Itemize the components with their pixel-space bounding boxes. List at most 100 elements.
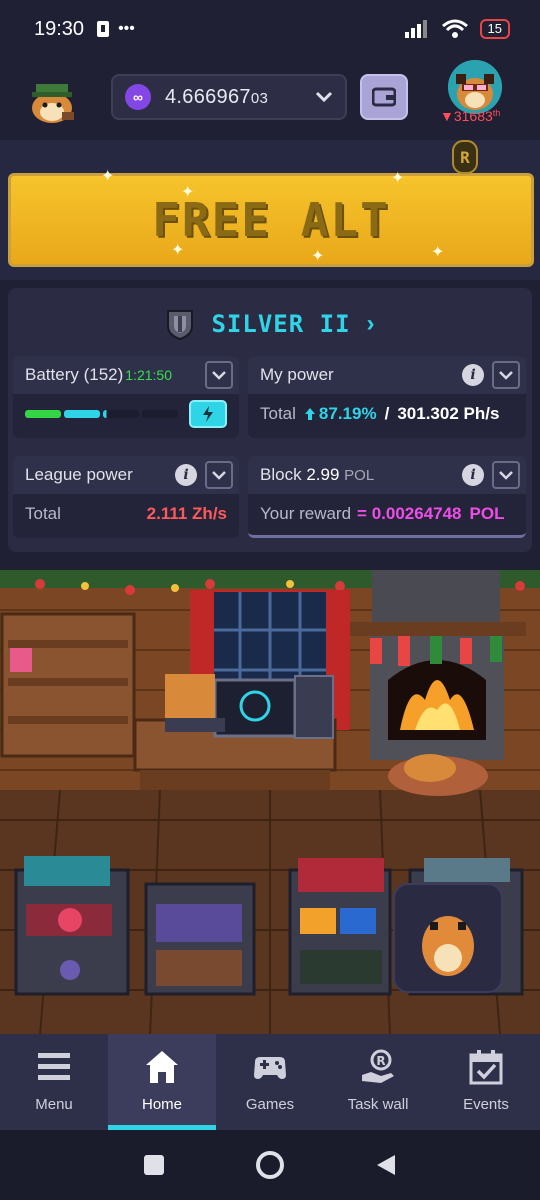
arrow-up-icon xyxy=(304,408,315,420)
rank-down-icon: ▼ xyxy=(440,108,454,124)
home-icon xyxy=(146,1051,178,1083)
banner-area: FREE ALT ✦ ✦ ✦ ✦ ✦ ✦ R xyxy=(0,140,540,280)
chevron-down-icon xyxy=(499,370,513,380)
block-expand-button[interactable] xyxy=(492,461,520,489)
sparkle-icon: ✦ xyxy=(171,242,185,259)
league-power-title: League power xyxy=(25,465,133,484)
chevron-down-icon xyxy=(315,91,333,103)
wallet-button[interactable] xyxy=(360,74,408,120)
chevron-down-icon xyxy=(499,470,513,480)
balance-tail: 03 xyxy=(250,89,269,107)
power-value: 301.302 Ph/s xyxy=(397,404,500,423)
nav-home[interactable]: Home xyxy=(108,1034,216,1130)
battery-segment xyxy=(25,410,61,418)
top-bar: ∞ 4.66696703 ▼31683th xyxy=(0,60,540,138)
sparkle-icon: ✦ xyxy=(101,168,115,185)
status-time: 19:30 xyxy=(34,17,85,40)
sparkle-icon: ✦ xyxy=(181,184,195,201)
block-title: Block 2.99 POL xyxy=(260,465,374,485)
sim-card-icon xyxy=(97,21,110,37)
calendar-icon xyxy=(469,1050,503,1085)
battery-segment xyxy=(64,410,100,418)
bottom-nav: Menu Home Games R Task wall Events xyxy=(0,1034,540,1130)
league-power-card: League power i Total 2.111 Zh/s xyxy=(13,456,239,538)
signal-icon xyxy=(404,20,427,38)
block-value: 2.99 xyxy=(306,465,340,484)
league-name: SILVER II xyxy=(211,310,351,338)
nav-task-wall[interactable]: R Task wall xyxy=(324,1034,432,1130)
info-icon[interactable]: i xyxy=(462,464,484,486)
rank-value: 31683 xyxy=(453,108,493,124)
battery-timer: 1:21:50 xyxy=(125,367,172,383)
battery-segment xyxy=(103,410,139,418)
lightning-icon xyxy=(203,406,213,422)
my-power-title: My power xyxy=(260,365,334,384)
league-power-body: Total 2.111 Zh/s xyxy=(13,494,239,534)
nav-events[interactable]: Events xyxy=(432,1034,540,1130)
wifi-icon xyxy=(441,19,468,38)
silver-shield-icon xyxy=(167,310,194,340)
info-icon[interactable]: i xyxy=(462,364,484,386)
rank-suffix: th xyxy=(492,108,501,118)
home-circle-icon[interactable] xyxy=(255,1150,285,1180)
svg-text:R: R xyxy=(460,148,470,167)
wallet-balance-selector[interactable]: ∞ 4.66696703 xyxy=(111,74,347,120)
battery-card: Battery (152) 1:21:50 xyxy=(13,356,239,438)
balance-main: 4.666967 xyxy=(165,85,251,108)
menu-icon xyxy=(38,1053,70,1080)
svg-text:R: R xyxy=(376,1054,385,1068)
block-label: Block xyxy=(260,465,302,484)
user-rank: ▼31683th xyxy=(440,108,500,124)
status-bar: 19:30 ••• 15 xyxy=(0,0,540,58)
block-unit: POL xyxy=(344,467,375,484)
battery-boost-button[interactable] xyxy=(189,400,227,428)
battery-segment xyxy=(142,410,178,418)
avatar[interactable] xyxy=(448,60,502,114)
chevron-down-icon xyxy=(212,370,226,380)
free-alt-button[interactable]: FREE ALT ✦ ✦ ✦ ✦ ✦ ✦ xyxy=(8,168,534,267)
power-separator: / xyxy=(384,404,390,423)
nav-games-label: Games xyxy=(245,1096,295,1113)
battery-card-body xyxy=(13,394,239,434)
sparkle-icon: ✦ xyxy=(431,244,445,261)
back-icon[interactable] xyxy=(375,1153,397,1177)
league-total-label: Total xyxy=(25,504,61,523)
block-header: Block 2.99 POL i xyxy=(248,456,526,494)
nav-task-wall-label: Task wall xyxy=(347,1096,409,1113)
league-row[interactable]: SILVER II › xyxy=(8,306,532,342)
gamepad-icon xyxy=(254,1057,286,1079)
status-left-icons: ••• xyxy=(96,20,135,38)
recents-icon[interactable] xyxy=(143,1154,165,1176)
nav-menu[interactable]: Menu xyxy=(0,1034,108,1130)
info-icon[interactable]: i xyxy=(175,464,197,486)
reward-label: Your reward xyxy=(260,504,352,523)
sparkle-icon: ✦ xyxy=(391,170,405,187)
chevron-down-icon xyxy=(212,470,226,480)
stats-panel: SILVER II › Battery (152) 1:21:50 My pow… xyxy=(8,288,532,552)
battery-level-bar xyxy=(25,410,178,418)
my-power-expand-button[interactable] xyxy=(492,361,520,389)
sparkle-icon: ✦ xyxy=(311,248,325,265)
battery-title: Battery (152) xyxy=(25,365,124,384)
game-room-scene[interactable] xyxy=(0,570,540,1035)
room-illustration[interactable] xyxy=(0,570,540,1035)
my-power-body: Total 87.19% / 301.302 Ph/s xyxy=(248,394,526,434)
coin-r-icon: R xyxy=(452,140,478,174)
polygon-coin-icon: ∞ xyxy=(125,84,151,110)
nav-events-label: Events xyxy=(463,1096,509,1113)
more-notifications-icon: ••• xyxy=(118,20,135,37)
chevron-right-icon: › xyxy=(366,310,375,337)
league-power-value: 2.111 Zh/s xyxy=(146,504,227,523)
league-power-expand-button[interactable] xyxy=(205,461,233,489)
nav-games[interactable]: Games xyxy=(216,1034,324,1130)
nav-home-label: Home xyxy=(141,1096,182,1113)
reward-value: = 0.00264748 xyxy=(357,504,462,523)
wallet-icon xyxy=(372,87,396,107)
block-body: Your reward = 0.00264748 POL xyxy=(248,494,526,534)
hamster-logo-icon[interactable] xyxy=(24,78,80,126)
power-percent: 87.19% xyxy=(318,404,377,423)
my-power-card: My power i Total 87.19% / 301.302 Ph/s xyxy=(248,356,526,438)
status-right: 15 xyxy=(404,19,510,39)
battery-card-header: Battery (152) 1:21:50 xyxy=(13,356,239,394)
battery-expand-button[interactable] xyxy=(205,361,233,389)
